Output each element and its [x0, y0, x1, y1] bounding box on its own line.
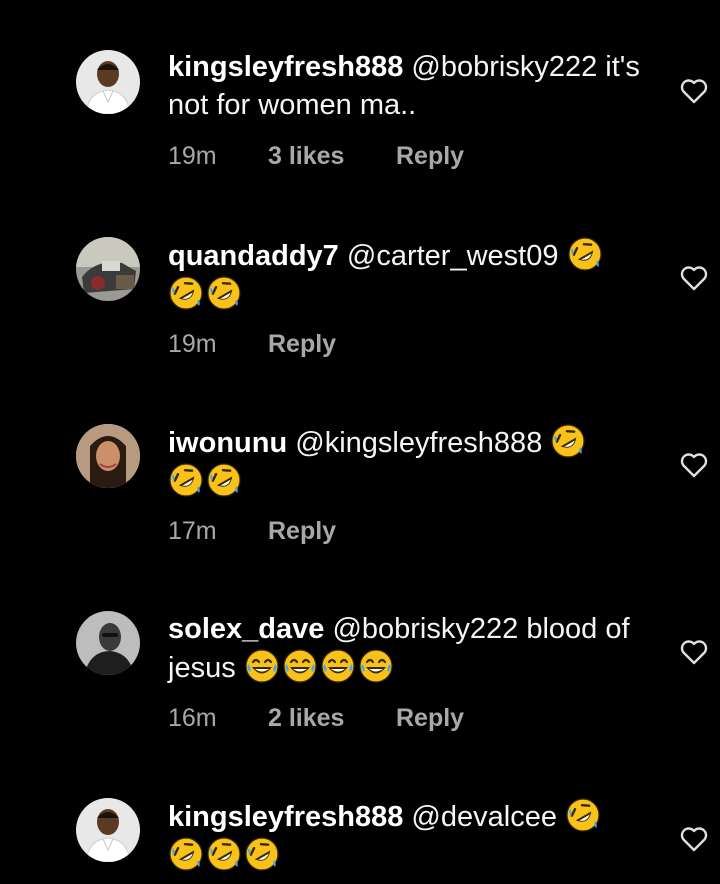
rolling-on-floor-laughing-icon [206, 836, 242, 872]
comment-body: @kingsleyfresh888 [295, 427, 543, 459]
comment-meta: 16m 2 likes Reply [168, 702, 464, 734]
comment-meta: 19m Reply [168, 328, 336, 360]
face-with-tears-of-joy-icon [282, 648, 318, 684]
avatar[interactable] [76, 798, 140, 862]
avatar[interactable] [76, 611, 140, 675]
heart-outline-icon[interactable] [680, 265, 708, 291]
comment-body: @carter_west09 [346, 240, 559, 272]
avatar-car-photo-icon [76, 237, 140, 301]
rolling-on-floor-laughing-icon [567, 236, 603, 272]
reply-button[interactable]: Reply [268, 515, 336, 547]
comment-username[interactable]: iwonunu [168, 427, 287, 459]
comment-username[interactable]: solex_dave [168, 613, 324, 645]
comment-time: 17m [168, 517, 217, 545]
rolling-on-floor-laughing-icon [244, 836, 280, 872]
comment-time: 19m [168, 330, 217, 358]
comment-likes[interactable]: 2 likes [268, 702, 396, 734]
comment-username[interactable]: kingsleyfresh888 [168, 801, 403, 833]
avatar-man-white-shirt-icon [76, 798, 140, 862]
comment-username[interactable]: quandaddy7 [168, 240, 339, 272]
rolling-on-floor-laughing-icon [168, 836, 204, 872]
avatar[interactable] [76, 424, 140, 488]
rolling-on-floor-laughing-icon [168, 462, 204, 498]
reply-button[interactable]: Reply [396, 702, 464, 734]
comment-meta: 19m 3 likes Reply [168, 140, 464, 172]
heart-outline-icon[interactable] [680, 452, 708, 478]
comment-time: 16m [168, 704, 217, 732]
avatar[interactable] [76, 50, 140, 114]
comment-meta: 17m Reply [168, 515, 336, 547]
avatar[interactable] [76, 237, 140, 301]
avatar-woman-selfie-icon [76, 424, 140, 488]
comment-time: 19m [168, 142, 217, 170]
avatar-man-white-shirt-icon [76, 50, 140, 114]
comment-text: kingsleyfresh888 @bobrisky222 it's not f… [168, 48, 648, 124]
rolling-on-floor-laughing-icon [550, 423, 586, 459]
comment-text: solex_dave @bobrisky222 blood of jesus [168, 610, 648, 687]
heart-outline-icon[interactable] [680, 639, 708, 665]
rolling-on-floor-laughing-icon [168, 275, 204, 311]
comment-text: quandaddy7 @carter_west09 [168, 236, 648, 314]
comment-text: kingsleyfresh888 @devalcee [168, 797, 648, 875]
face-with-tears-of-joy-icon [358, 648, 394, 684]
face-with-tears-of-joy-icon [320, 648, 356, 684]
comment-text: iwonunu @kingsleyfresh888 [168, 423, 648, 501]
reply-button[interactable]: Reply [268, 328, 336, 360]
face-with-tears-of-joy-icon [244, 648, 280, 684]
heart-outline-icon[interactable] [680, 826, 708, 852]
reply-button[interactable]: Reply [396, 140, 464, 172]
comment-body: @devalcee [411, 801, 557, 833]
comment-username[interactable]: kingsleyfresh888 [168, 51, 403, 83]
rolling-on-floor-laughing-icon [206, 275, 242, 311]
rolling-on-floor-laughing-icon [206, 462, 242, 498]
rolling-on-floor-laughing-icon [565, 797, 601, 833]
comment-likes[interactable]: 3 likes [268, 140, 396, 172]
heart-outline-icon[interactable] [680, 78, 708, 104]
avatar-man-grayscale-icon [76, 611, 140, 675]
